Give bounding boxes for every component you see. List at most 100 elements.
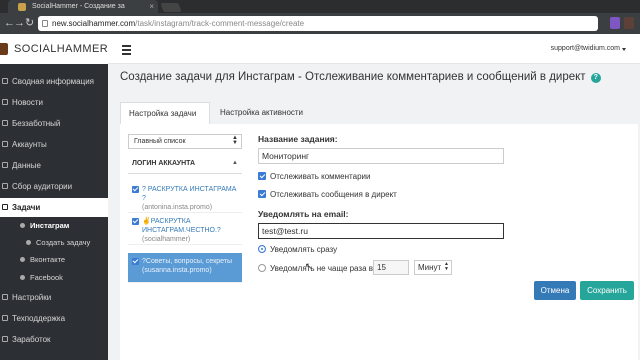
track-comments-checkbox[interactable]: Отслеживать комментарии [258, 172, 370, 181]
sidebar: Сводная информация Новости Беззаботный А… [0, 64, 108, 360]
vk-icon [20, 257, 25, 262]
users-icon [2, 141, 8, 147]
task-name-input[interactable]: Мониторинг [258, 148, 504, 164]
logo[interactable]: SOCIALHAMMER [0, 34, 108, 64]
chevron-down-icon[interactable] [622, 48, 626, 51]
user-menu[interactable]: support@twidium.com [551, 45, 620, 52]
sidebar-item-label: Настройки [12, 293, 52, 302]
dashboard-icon [2, 78, 8, 84]
lock-icon [42, 20, 48, 27]
sidebar-item-label: Аккаунты [12, 140, 47, 149]
instagram-icon [20, 223, 25, 228]
sidebar-item-label: Заработок [12, 335, 51, 344]
radio-unselected [258, 264, 266, 272]
browser-tab-title: SocialHammer - Создание за [32, 3, 125, 10]
forward-icon[interactable]: → [14, 17, 25, 29]
checkbox-checked [258, 172, 266, 180]
new-tab-button[interactable] [160, 3, 182, 12]
url-host: new.socialhammer.com [52, 19, 136, 28]
sidebar-sub-facebook[interactable]: Facebook [0, 269, 108, 286]
hammer-logo-icon [0, 43, 8, 55]
sidebar-item-carefree[interactable]: Беззаботный [0, 114, 108, 133]
account-login-header[interactable]: ЛОГИН АККАУНТА ▲ [128, 160, 242, 174]
save-button[interactable]: Сохранить [580, 281, 634, 300]
audience-icon [2, 183, 8, 189]
sidebar-item-earnings[interactable]: Заработок [0, 330, 108, 349]
tab-activity-settings[interactable]: Настройка активности [212, 102, 322, 124]
sidebar-item-label: Задачи [12, 203, 41, 212]
settings-icon [2, 294, 8, 300]
tab-task-settings[interactable]: Настройка задачи [120, 102, 210, 124]
mouse-cursor-icon: ↖ [305, 261, 313, 271]
account-list-select[interactable]: Главный список ▲ ▼ [128, 134, 242, 149]
news-icon [2, 99, 8, 105]
sidebar-item-label: Новости [12, 98, 43, 107]
menu-toggle-icon[interactable] [122, 45, 131, 57]
address-bar-area: ← → ↻ new.socialhammer.com/task/instagra… [0, 13, 640, 34]
cancel-button[interactable]: Отмена [534, 281, 576, 300]
interval-unit-select[interactable]: Минут ▲ ▼ [414, 260, 452, 275]
sidebar-item-news[interactable]: Новости [0, 93, 108, 112]
radio-selected [258, 245, 266, 253]
browser-tab[interactable]: SocialHammer - Создание за × [8, 0, 158, 13]
sidebar-item-support[interactable]: Техподдержка [0, 309, 108, 328]
sidebar-item-label: Беззаботный [12, 119, 61, 128]
main-content: Создание задачи для Инстаграм - Отслежив… [108, 64, 640, 360]
tasks-icon [2, 204, 8, 210]
notify-email-label: Уведомлять на email: [258, 209, 349, 219]
account-item-selected[interactable]: ?Советы, вопросы, секреты (susanna.insta… [128, 253, 242, 283]
app-header: SOCIALHAMMER support@twidium.com [0, 34, 640, 64]
sidebar-item-label: Создать задачу [36, 238, 91, 247]
extension-icon[interactable] [610, 17, 620, 29]
url-path: /task/instagram/track-comment-message/cr… [135, 19, 305, 28]
help-icon[interactable]: ? [590, 73, 601, 83]
notify-now-radio[interactable]: Уведомлять сразу [258, 245, 337, 254]
track-messages-label: Отслеживать сообщения в директ [270, 190, 397, 199]
checkbox-checked [258, 190, 266, 198]
notify-email-input[interactable]: test@test.ru [258, 223, 504, 239]
notify-now-label: Уведомлять сразу [270, 245, 338, 254]
sidebar-item-label: Сбор аудитории [12, 182, 73, 191]
sidebar-sub-instagram[interactable]: Инстаграм [0, 217, 108, 234]
tab-close-icon[interactable]: × [149, 0, 154, 13]
account-name: ✌РАСКРУТКА ИНСТАГРАМ.ЧЕСТНО.? [142, 218, 221, 234]
sidebar-item-summary[interactable]: Сводная информация [0, 72, 108, 91]
account-item[interactable]: ✌РАСКРУТКА ИНСТАГРАМ.ЧЕСТНО.? (socialham… [128, 213, 242, 245]
account-name: ?Советы, вопросы, секреты [142, 258, 233, 265]
sidebar-item-accounts[interactable]: Аккаунты [0, 135, 108, 154]
sidebar-item-label: Facebook [30, 273, 63, 282]
page-title-text: Создание задачи для Инстаграм - Отслежив… [120, 71, 586, 83]
sidebar-item-tasks[interactable]: Задачи [0, 198, 108, 217]
sidebar-item-label: Данные [12, 161, 41, 170]
sidebar-sub-create-task[interactable]: Создать задачу [0, 234, 108, 251]
account-name: ? РАСКРУТКА ИНСТАГРАМА ? [142, 186, 237, 202]
extension-icon[interactable] [624, 17, 634, 29]
account-item[interactable]: ? РАСКРУТКА ИНСТАГРАМА ? (antonina.insta… [128, 181, 242, 213]
notify-interval-radio[interactable]: Уведомлять не чаще раза в: [258, 264, 375, 273]
interval-unit-value: Минут [418, 263, 442, 272]
data-icon [2, 162, 8, 168]
page-title: Создание задачи для Инстаграм - Отслежив… [120, 71, 601, 83]
facebook-icon [20, 275, 25, 280]
account-login-header-text: ЛОГИН АККАУНТА [132, 160, 196, 167]
track-messages-checkbox[interactable]: Отслеживать сообщения в директ [258, 190, 397, 199]
url-input[interactable]: new.socialhammer.com/task/instagram/trac… [38, 16, 598, 31]
gear-icon [26, 240, 31, 245]
task-name-label: Название задания: [258, 134, 338, 144]
sidebar-sub-vkontakte[interactable]: Вконтакте [0, 251, 108, 268]
checkbox-checked[interactable] [132, 218, 139, 225]
sidebar-item-label: Сводная информация [12, 77, 94, 86]
sidebar-item-label: Вконтакте [30, 255, 66, 264]
account-login: (socialhammer) [142, 236, 191, 243]
carefree-icon [2, 120, 8, 126]
reload-icon[interactable]: ↻ [25, 17, 34, 29]
checkbox-checked[interactable] [132, 186, 139, 193]
interval-value-input[interactable]: 15 [373, 260, 409, 275]
support-icon [2, 315, 8, 321]
sidebar-item-audience[interactable]: Сбор аудитории [0, 177, 108, 196]
sort-up-icon[interactable]: ▲ [232, 160, 238, 166]
sidebar-item-settings[interactable]: Настройки [0, 288, 108, 307]
checkbox-checked[interactable] [132, 258, 139, 265]
sidebar-item-data[interactable]: Данные [0, 156, 108, 175]
account-login: (susanna.insta.promo) [142, 267, 212, 274]
